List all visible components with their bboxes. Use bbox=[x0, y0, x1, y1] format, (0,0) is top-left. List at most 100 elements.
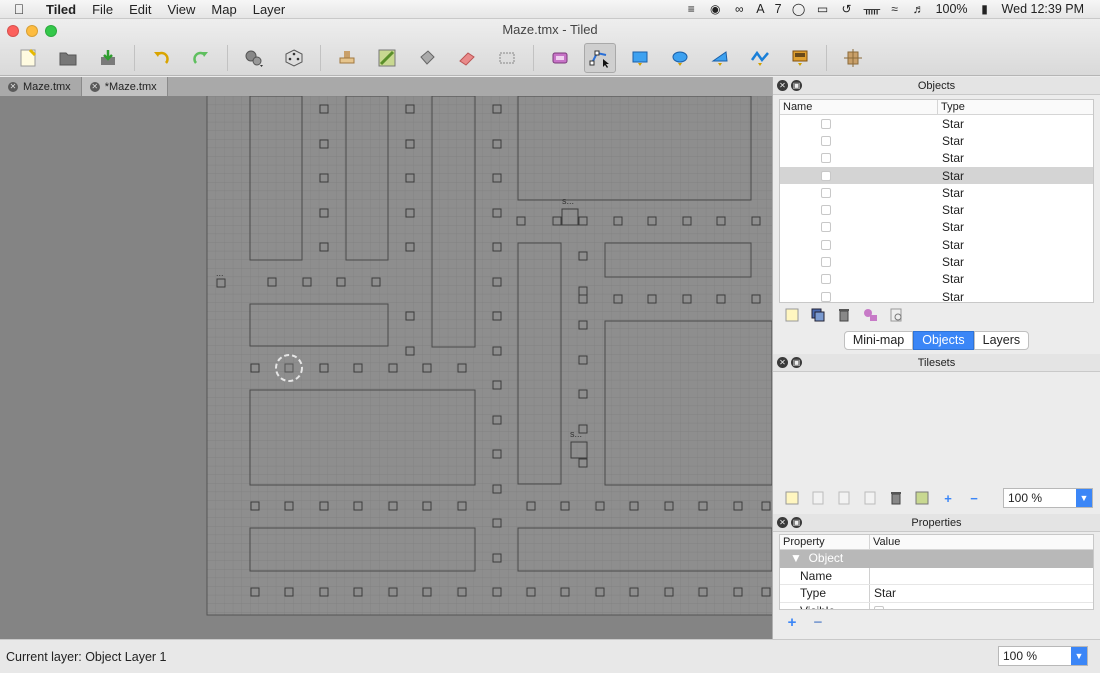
insert-ellipse-button[interactable] bbox=[664, 43, 696, 73]
new-tileset-button[interactable] bbox=[781, 488, 803, 508]
bucket-fill-button[interactable] bbox=[411, 43, 443, 73]
airplay-icon[interactable]: ▭ bbox=[816, 3, 830, 15]
visibility-checkbox[interactable] bbox=[821, 205, 831, 216]
menu-file[interactable]: File bbox=[84, 2, 121, 17]
star-object[interactable] bbox=[560, 587, 570, 597]
object-row[interactable]: Star bbox=[780, 288, 1093, 302]
map-svg[interactable]: ... s... s... bbox=[0, 96, 772, 639]
star-object[interactable] bbox=[613, 216, 623, 226]
creative-cloud-icon[interactable]: ∞ bbox=[732, 3, 746, 15]
star-object[interactable] bbox=[353, 587, 363, 597]
star-object[interactable] bbox=[492, 346, 502, 356]
star-object[interactable] bbox=[492, 277, 502, 287]
star-object[interactable] bbox=[284, 587, 294, 597]
star-object[interactable] bbox=[319, 587, 329, 597]
star-object[interactable] bbox=[733, 501, 743, 511]
visibility-checkbox[interactable] bbox=[821, 170, 831, 181]
star-object[interactable] bbox=[629, 501, 639, 511]
insert-object-button[interactable] bbox=[837, 43, 869, 73]
star-object[interactable] bbox=[250, 501, 260, 511]
close-icon[interactable]: ✕ bbox=[777, 517, 788, 528]
star-object[interactable] bbox=[405, 208, 415, 218]
insert-rectangle-button[interactable] bbox=[624, 43, 656, 73]
column-header-property[interactable]: Property bbox=[780, 535, 870, 549]
clock[interactable]: Wed 12:39 PM bbox=[1002, 2, 1084, 16]
tileset-zoom-combo[interactable]: 100 % ▼ bbox=[1003, 488, 1093, 508]
property-group-object[interactable]: ▼ Object bbox=[780, 550, 1093, 568]
column-header-type[interactable]: Type bbox=[938, 100, 965, 114]
insert-tile-button[interactable] bbox=[784, 43, 816, 73]
property-row[interactable]: Name bbox=[780, 567, 1093, 585]
star-object[interactable] bbox=[250, 587, 260, 597]
tileset-properties-button[interactable] bbox=[859, 488, 881, 508]
star-object[interactable] bbox=[595, 587, 605, 597]
time-machine-icon[interactable]: ↺ bbox=[840, 3, 854, 15]
edit-polygons-button[interactable] bbox=[584, 43, 616, 73]
tab-objects[interactable]: Objects bbox=[913, 331, 974, 350]
new-map-button[interactable] bbox=[12, 43, 44, 73]
star-object[interactable] bbox=[526, 587, 536, 597]
star-object[interactable] bbox=[516, 216, 526, 226]
star-object[interactable] bbox=[595, 501, 605, 511]
star-object[interactable] bbox=[526, 501, 536, 511]
remove-tiles-button[interactable]: − bbox=[963, 488, 985, 508]
visibility-checkbox[interactable] bbox=[821, 274, 831, 285]
object-row[interactable]: Star bbox=[780, 166, 1093, 185]
star-object[interactable] bbox=[319, 104, 329, 114]
visibility-checkbox[interactable] bbox=[821, 291, 831, 302]
star-object[interactable] bbox=[664, 587, 674, 597]
visibility-checkbox[interactable] bbox=[821, 257, 831, 268]
wifi-icon[interactable]: ≈ bbox=[888, 3, 902, 15]
star-object[interactable] bbox=[492, 484, 502, 494]
star-object[interactable] bbox=[751, 216, 761, 226]
delete-object-button[interactable] bbox=[833, 305, 855, 325]
tab-close-icon[interactable]: ✕ bbox=[89, 81, 100, 92]
chevron-down-icon[interactable]: ▼ bbox=[1071, 647, 1087, 665]
remove-tileset-button[interactable] bbox=[885, 488, 907, 508]
star-object[interactable] bbox=[422, 363, 432, 373]
star-object[interactable] bbox=[422, 587, 432, 597]
star-object[interactable] bbox=[716, 216, 726, 226]
star-object[interactable] bbox=[629, 587, 639, 597]
redo-button[interactable] bbox=[185, 43, 217, 73]
star-object[interactable] bbox=[353, 363, 363, 373]
random-dice-button[interactable] bbox=[278, 43, 310, 73]
star-object[interactable] bbox=[319, 363, 329, 373]
tab-layers[interactable]: Layers bbox=[973, 331, 1030, 350]
star-object[interactable] bbox=[578, 355, 588, 365]
star-object[interactable] bbox=[492, 208, 502, 218]
edit-terrain-button[interactable] bbox=[911, 488, 933, 508]
star-object[interactable] bbox=[492, 415, 502, 425]
star-object[interactable] bbox=[578, 216, 588, 226]
star-object[interactable] bbox=[388, 363, 398, 373]
star-object[interactable] bbox=[492, 553, 502, 563]
star-object[interactable] bbox=[216, 278, 226, 288]
star-object[interactable] bbox=[492, 242, 502, 252]
star-object[interactable] bbox=[578, 389, 588, 399]
object-row[interactable]: Star bbox=[780, 236, 1093, 253]
menu-layer[interactable]: Layer bbox=[245, 2, 294, 17]
insert-polyline-button[interactable] bbox=[744, 43, 776, 73]
star-object[interactable] bbox=[761, 587, 771, 597]
rectangle-select-button[interactable] bbox=[491, 43, 523, 73]
star-object[interactable] bbox=[319, 208, 329, 218]
star-object[interactable] bbox=[388, 587, 398, 597]
export-tileset-button[interactable] bbox=[833, 488, 855, 508]
star-object[interactable] bbox=[578, 294, 588, 304]
star-object[interactable] bbox=[664, 501, 674, 511]
object-row[interactable]: Star bbox=[780, 115, 1093, 132]
save-button[interactable] bbox=[92, 43, 124, 73]
star-object[interactable] bbox=[578, 458, 588, 468]
star-object[interactable] bbox=[336, 277, 346, 287]
status-menu-icon[interactable]: ≡ bbox=[684, 3, 698, 15]
star-object[interactable] bbox=[647, 294, 657, 304]
stamp-brush-button[interactable] bbox=[331, 43, 363, 73]
chevron-down-icon[interactable]: ▼ bbox=[1076, 489, 1092, 507]
float-icon[interactable]: ▣ bbox=[791, 517, 802, 528]
star-object[interactable] bbox=[284, 501, 294, 511]
star-object[interactable] bbox=[492, 311, 502, 321]
star-object[interactable] bbox=[319, 242, 329, 252]
terrain-brush-button[interactable] bbox=[371, 43, 403, 73]
star-object[interactable] bbox=[492, 449, 502, 459]
add-property-button[interactable]: + bbox=[781, 612, 803, 632]
